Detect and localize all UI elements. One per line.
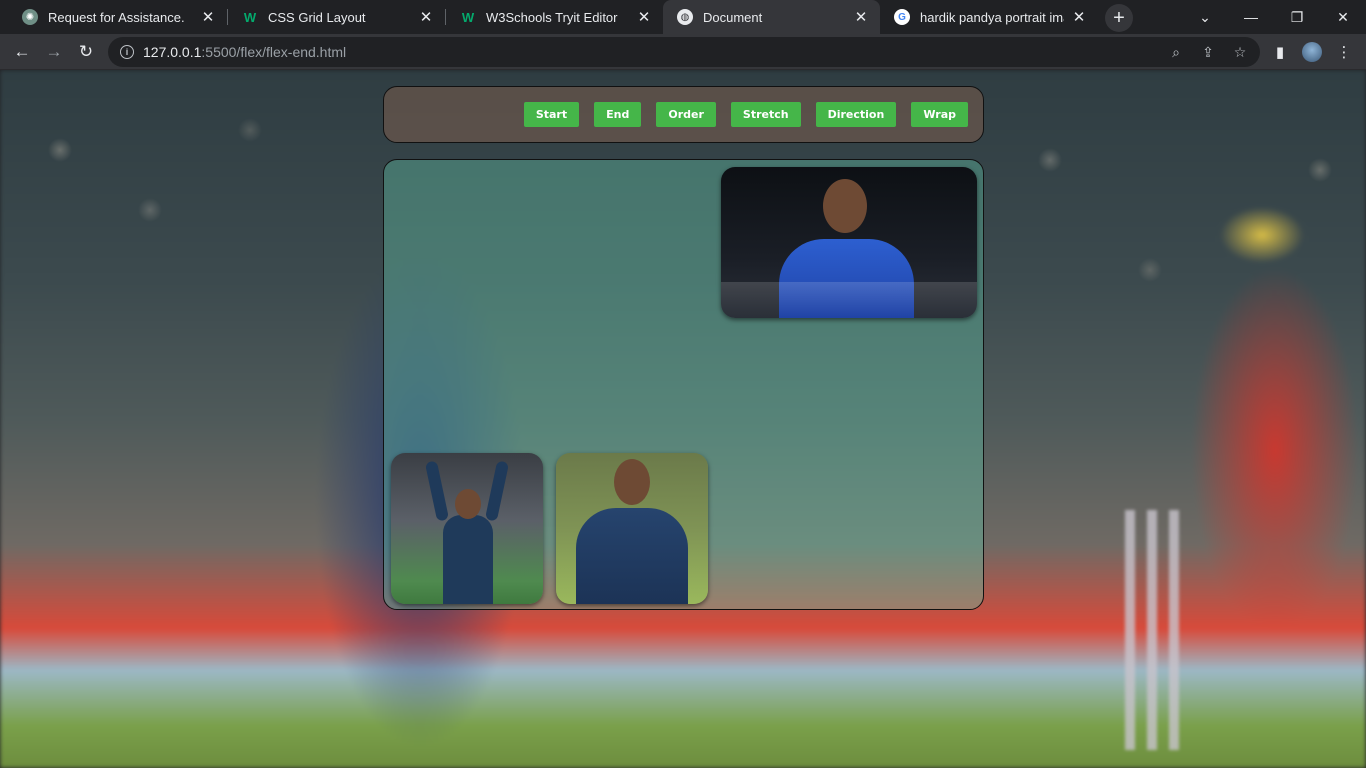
tab-title: W3Schools Tryit Editor xyxy=(486,9,618,25)
flex-container xyxy=(383,159,984,610)
site-info-icon[interactable]: i xyxy=(120,45,134,59)
zoom-icon[interactable]: ⌕ xyxy=(1166,42,1186,62)
chatgpt-icon: ✺ xyxy=(22,9,38,25)
close-window-button[interactable]: ✕ xyxy=(1320,0,1366,34)
photo-celebration-gt-jersey xyxy=(391,453,543,604)
address-bar[interactable]: i 127.0.0.1:5500/flex/flex-end.html xyxy=(108,37,1260,67)
profile-avatar[interactable] xyxy=(1300,40,1324,64)
tab-title: CSS Grid Layout xyxy=(268,9,366,25)
wrap-button[interactable]: Wrap xyxy=(911,102,968,127)
url-path: :5500/flex/flex-end.html xyxy=(201,44,347,60)
tab-request-for-assistance[interactable]: ✺ Request for Assistance. ✕ xyxy=(8,0,227,34)
back-arrow-icon[interactable]: ← xyxy=(8,38,36,66)
side-panel-icon[interactable]: ▮ xyxy=(1268,40,1292,64)
background-stumps xyxy=(1125,510,1185,750)
close-icon[interactable]: ✕ xyxy=(1070,8,1088,26)
stretch-button[interactable]: Stretch xyxy=(730,102,801,127)
tab-document[interactable]: ◍ Document ✕ xyxy=(663,0,880,34)
menu-kebab-icon[interactable]: ⋮ xyxy=(1332,40,1356,64)
tab-hardik-pandya-portrait[interactable]: G hardik pandya portrait image ✕ xyxy=(880,0,1098,34)
portrait-photo-india-jersey xyxy=(721,167,977,318)
tab-search-chevron-icon[interactable]: ⌄ xyxy=(1182,0,1228,34)
tab-strip: ✺ Request for Assistance. ✕ W CSS Grid L… xyxy=(0,0,1366,34)
page-viewport: Start End Order Stretch Direction Wrap xyxy=(0,70,1366,768)
bookmark-star-icon[interactable]: ☆ xyxy=(1230,42,1250,62)
close-icon[interactable]: ✕ xyxy=(852,8,870,26)
photo-press-conference-gt-jersey xyxy=(556,453,708,604)
url-host: 127.0.0.1 xyxy=(143,44,202,60)
google-icon: G xyxy=(894,9,910,25)
tab-css-grid-layout[interactable]: W CSS Grid Layout ✕ xyxy=(228,0,445,34)
tab-w3schools-tryit-editor[interactable]: W W3Schools Tryit Editor ✕ xyxy=(446,0,663,34)
new-tab-button[interactable]: + xyxy=(1105,4,1133,32)
end-button[interactable]: End xyxy=(594,102,642,127)
w3schools-icon: W xyxy=(461,9,475,25)
close-icon[interactable]: ✕ xyxy=(635,8,653,26)
globe-icon: ◍ xyxy=(677,9,693,25)
restore-button[interactable]: ❐ xyxy=(1274,0,1320,34)
direction-button[interactable]: Direction xyxy=(815,102,897,127)
nav-card: Start End Order Stretch Direction Wrap xyxy=(383,86,984,143)
reload-icon[interactable]: ↻ xyxy=(72,38,100,66)
tab-title: Document xyxy=(703,9,763,25)
start-button[interactable]: Start xyxy=(523,102,580,127)
minimize-button[interactable]: — xyxy=(1228,0,1274,34)
tab-title: Request for Assistance. xyxy=(48,9,185,25)
order-button[interactable]: Order xyxy=(656,102,716,127)
w3schools-icon: W xyxy=(243,9,257,25)
close-icon[interactable]: ✕ xyxy=(199,8,217,26)
forward-arrow-icon[interactable]: → xyxy=(40,38,68,66)
share-icon[interactable]: ⇪ xyxy=(1198,42,1218,62)
browser-toolbar: ← → ↻ i 127.0.0.1:5500/flex/flex-end.htm… xyxy=(0,34,1366,70)
tab-title: hardik pandya portrait image xyxy=(920,9,1064,25)
close-icon[interactable]: ✕ xyxy=(417,8,435,26)
